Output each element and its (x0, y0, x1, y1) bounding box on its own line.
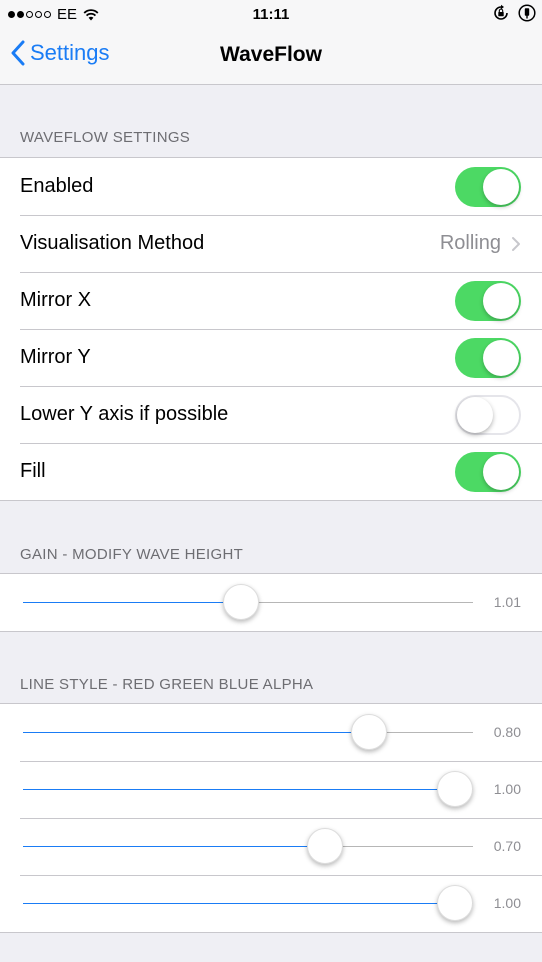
enabled-toggle[interactable] (455, 167, 521, 207)
row-label: Lower Y axis if possible (20, 403, 229, 425)
row-enabled: Enabled (0, 158, 542, 215)
slider-value: 0.70 (493, 838, 521, 854)
mirror-y-toggle[interactable] (455, 338, 521, 378)
navigation-bar: Settings WaveFlow (0, 30, 542, 85)
row-visualisation-method[interactable]: Visualisation Method Rolling (0, 215, 542, 272)
toggle-knob (483, 340, 519, 376)
slider-thumb[interactable] (437, 771, 473, 807)
section-header-waveflow-settings: WAVEFLOW SETTINGS (20, 129, 191, 146)
status-bar: EE 11:11 (0, 0, 542, 30)
slider-thumb[interactable] (307, 828, 344, 864)
row-label: Enabled (20, 175, 94, 197)
slider-fill (23, 732, 369, 733)
toggle-knob (483, 454, 519, 490)
row-mirror-x: Mirror X (0, 272, 542, 329)
section-header-line-style: LINE STYLE - RED GREEN BLUE ALPHA (20, 676, 314, 693)
slider-track (23, 828, 473, 864)
slider-value: 1.01 (493, 594, 521, 610)
slider-value: 1.00 (493, 781, 521, 797)
slider-thumb[interactable] (437, 885, 473, 921)
slider-fill (23, 602, 242, 603)
toggle-knob (483, 169, 519, 205)
visualisation-method-detail: Rolling (440, 232, 521, 255)
section-header-gain: GAIN - MODIFY WAVE HEIGHT (20, 546, 244, 563)
row-lower-y-axis: Lower Y axis if possible (0, 386, 542, 443)
row-label: Fill (20, 460, 46, 482)
row-label: Mirror Y (20, 346, 91, 368)
visualisation-method-value: Rolling (439, 232, 501, 254)
row-fill: Fill (0, 443, 542, 500)
alpha-slider-row: 1.00 (0, 875, 542, 932)
line-style-group: 0.80 1.00 0.70 1.00 (0, 703, 542, 933)
row-label: Mirror X (20, 289, 92, 311)
row-mirror-y: Mirror Y (0, 329, 542, 386)
toggle-knob (483, 283, 519, 319)
slider-value: 1.00 (493, 895, 521, 911)
blue-slider-row: 0.70 (0, 818, 542, 875)
fill-toggle[interactable] (455, 452, 521, 492)
slider-fill (23, 846, 326, 847)
slider-track (23, 714, 473, 750)
red-slider-row: 0.80 (0, 704, 542, 761)
slider-track (23, 584, 473, 620)
green-slider-row: 1.00 (0, 761, 542, 818)
battery-icon (518, 4, 536, 22)
mirror-x-toggle[interactable] (455, 281, 521, 321)
slider-track (23, 885, 473, 921)
slider-thumb[interactable] (223, 584, 260, 620)
chevron-right-icon (512, 236, 520, 251)
row-label: Visualisation Method (20, 232, 205, 254)
slider-fill (23, 903, 455, 904)
status-time: 11:11 (252, 6, 290, 23)
page-title: WaveFlow (220, 43, 322, 66)
gain-group: 1.01 (0, 573, 542, 632)
status-right (492, 4, 536, 22)
slider-track (23, 771, 473, 807)
gain-slider-row: 1.01 (0, 574, 542, 631)
slider-value: 0.80 (493, 724, 521, 740)
rotation-lock-icon (494, 4, 508, 20)
lower-y-axis-toggle[interactable] (455, 395, 521, 435)
waveflow-settings-group: Enabled Visualisation Method Rolling Mir… (0, 157, 542, 501)
slider-thumb[interactable] (350, 714, 387, 750)
toggle-knob (457, 397, 493, 433)
slider-fill (23, 789, 455, 790)
